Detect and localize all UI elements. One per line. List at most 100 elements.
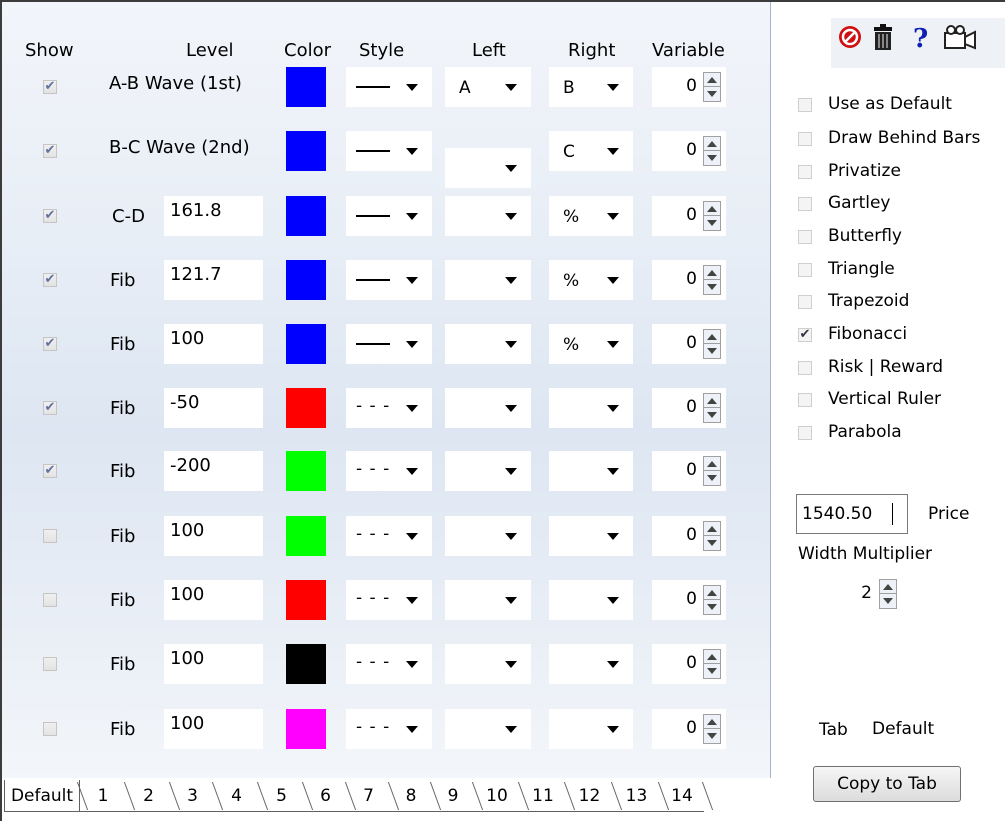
left-dropdown[interactable]: A: [445, 67, 531, 107]
variable-spinner[interactable]: 0: [652, 260, 726, 300]
style-dropdown[interactable]: [346, 67, 432, 107]
spin-down-icon[interactable]: [707, 733, 717, 739]
option-checkbox[interactable]: [798, 132, 812, 146]
spinner-buttons[interactable]: [703, 521, 721, 551]
level-input[interactable]: 100: [164, 324, 263, 364]
left-dropdown[interactable]: [445, 388, 531, 428]
color-swatch[interactable]: [286, 196, 326, 236]
tab-12[interactable]: 12: [566, 780, 613, 812]
tab-11[interactable]: 11: [520, 780, 566, 812]
show-checkbox[interactable]: ✔: [43, 209, 57, 223]
style-dropdown[interactable]: - - -: [346, 709, 432, 749]
option-checkbox[interactable]: ✔: [798, 328, 812, 342]
spinner-buttons[interactable]: [703, 585, 721, 615]
tab-default[interactable]: Default: [4, 780, 80, 812]
spinner-buttons[interactable]: [703, 456, 721, 486]
level-input[interactable]: 121.7: [164, 260, 263, 300]
spin-up-icon[interactable]: [707, 206, 717, 212]
spin-down-icon[interactable]: [707, 540, 717, 546]
show-checkbox[interactable]: ✔: [43, 273, 57, 287]
no-entry-icon[interactable]: [837, 24, 863, 57]
show-checkbox[interactable]: ✔: [43, 80, 57, 94]
color-swatch[interactable]: [286, 324, 326, 364]
spin-up-icon[interactable]: [707, 270, 717, 276]
spin-down-icon[interactable]: [707, 348, 717, 354]
style-dropdown[interactable]: - - -: [346, 580, 432, 620]
variable-spinner[interactable]: 0: [652, 451, 726, 491]
show-checkbox[interactable]: ✔: [43, 401, 57, 415]
variable-spinner[interactable]: 0: [652, 131, 726, 171]
tab-13[interactable]: 13: [613, 780, 660, 812]
spin-down-icon[interactable]: [707, 604, 717, 610]
tab-3[interactable]: 3: [171, 780, 214, 812]
tab-6[interactable]: 6: [304, 780, 347, 812]
spin-up-icon[interactable]: [707, 719, 717, 725]
color-swatch[interactable]: [286, 709, 326, 749]
style-dropdown[interactable]: [346, 131, 432, 171]
camera-icon[interactable]: [943, 24, 977, 59]
spinner-buttons[interactable]: [703, 649, 721, 679]
right-dropdown[interactable]: [549, 644, 633, 684]
right-dropdown[interactable]: [549, 516, 633, 556]
price-input[interactable]: 1540.50: [796, 494, 908, 534]
spin-down-icon[interactable]: [707, 475, 717, 481]
color-swatch[interactable]: [286, 580, 326, 620]
tab-8[interactable]: 8: [390, 780, 432, 812]
spin-up-icon[interactable]: [707, 398, 717, 404]
variable-spinner[interactable]: 0: [652, 388, 726, 428]
show-checkbox[interactable]: [43, 593, 57, 607]
show-checkbox[interactable]: ✔: [43, 464, 57, 478]
tab-name-input[interactable]: Default: [866, 709, 965, 749]
spin-up-icon[interactable]: [707, 654, 717, 660]
option-checkbox[interactable]: [798, 361, 812, 375]
level-input[interactable]: -50: [164, 388, 263, 428]
tab-4[interactable]: 4: [214, 780, 259, 812]
level-input[interactable]: -200: [164, 451, 263, 491]
spin-up-icon[interactable]: [707, 590, 717, 596]
right-dropdown[interactable]: %: [549, 196, 633, 236]
width-multiplier-spinner[interactable]: 2: [798, 574, 902, 614]
option-checkbox[interactable]: [798, 426, 812, 440]
variable-spinner[interactable]: 0: [652, 67, 726, 107]
left-dropdown[interactable]: [445, 580, 531, 620]
level-input[interactable]: 100: [164, 516, 263, 556]
variable-spinner[interactable]: 0: [652, 644, 726, 684]
help-icon[interactable]: ?: [913, 24, 928, 54]
spinner-buttons[interactable]: [703, 393, 721, 423]
variable-spinner[interactable]: 0: [652, 580, 726, 620]
color-swatch[interactable]: [286, 451, 326, 491]
spin-up-icon[interactable]: [883, 584, 893, 590]
tab-10[interactable]: 10: [474, 780, 520, 812]
style-dropdown[interactable]: [346, 196, 432, 236]
color-swatch[interactable]: [286, 260, 326, 300]
left-dropdown[interactable]: [445, 516, 531, 556]
right-dropdown[interactable]: B: [549, 67, 633, 107]
right-dropdown[interactable]: [549, 388, 633, 428]
right-dropdown[interactable]: %: [549, 324, 633, 364]
tab-9[interactable]: 9: [432, 780, 474, 812]
option-checkbox[interactable]: [798, 165, 812, 179]
right-dropdown[interactable]: [549, 709, 633, 749]
left-dropdown[interactable]: [445, 148, 531, 188]
show-checkbox[interactable]: ✔: [43, 337, 57, 351]
left-dropdown[interactable]: [445, 260, 531, 300]
level-input[interactable]: 161.8: [164, 196, 263, 236]
spin-down-icon[interactable]: [707, 91, 717, 97]
spin-up-icon[interactable]: [707, 77, 717, 83]
color-swatch[interactable]: [286, 516, 326, 556]
variable-spinner[interactable]: 0: [652, 516, 726, 556]
option-checkbox[interactable]: [798, 197, 812, 211]
level-input[interactable]: 100: [164, 709, 263, 749]
style-dropdown[interactable]: - - -: [346, 516, 432, 556]
color-swatch[interactable]: [286, 644, 326, 684]
color-swatch[interactable]: [286, 131, 326, 171]
spin-up-icon[interactable]: [707, 334, 717, 340]
option-checkbox[interactable]: [798, 393, 812, 407]
variable-spinner[interactable]: 0: [652, 196, 726, 236]
spin-down-icon[interactable]: [707, 220, 717, 226]
show-checkbox[interactable]: [43, 657, 57, 671]
color-swatch[interactable]: [286, 67, 326, 107]
tab-1[interactable]: 1: [80, 780, 126, 812]
right-dropdown[interactable]: [549, 451, 633, 491]
spin-up-icon[interactable]: [707, 461, 717, 467]
